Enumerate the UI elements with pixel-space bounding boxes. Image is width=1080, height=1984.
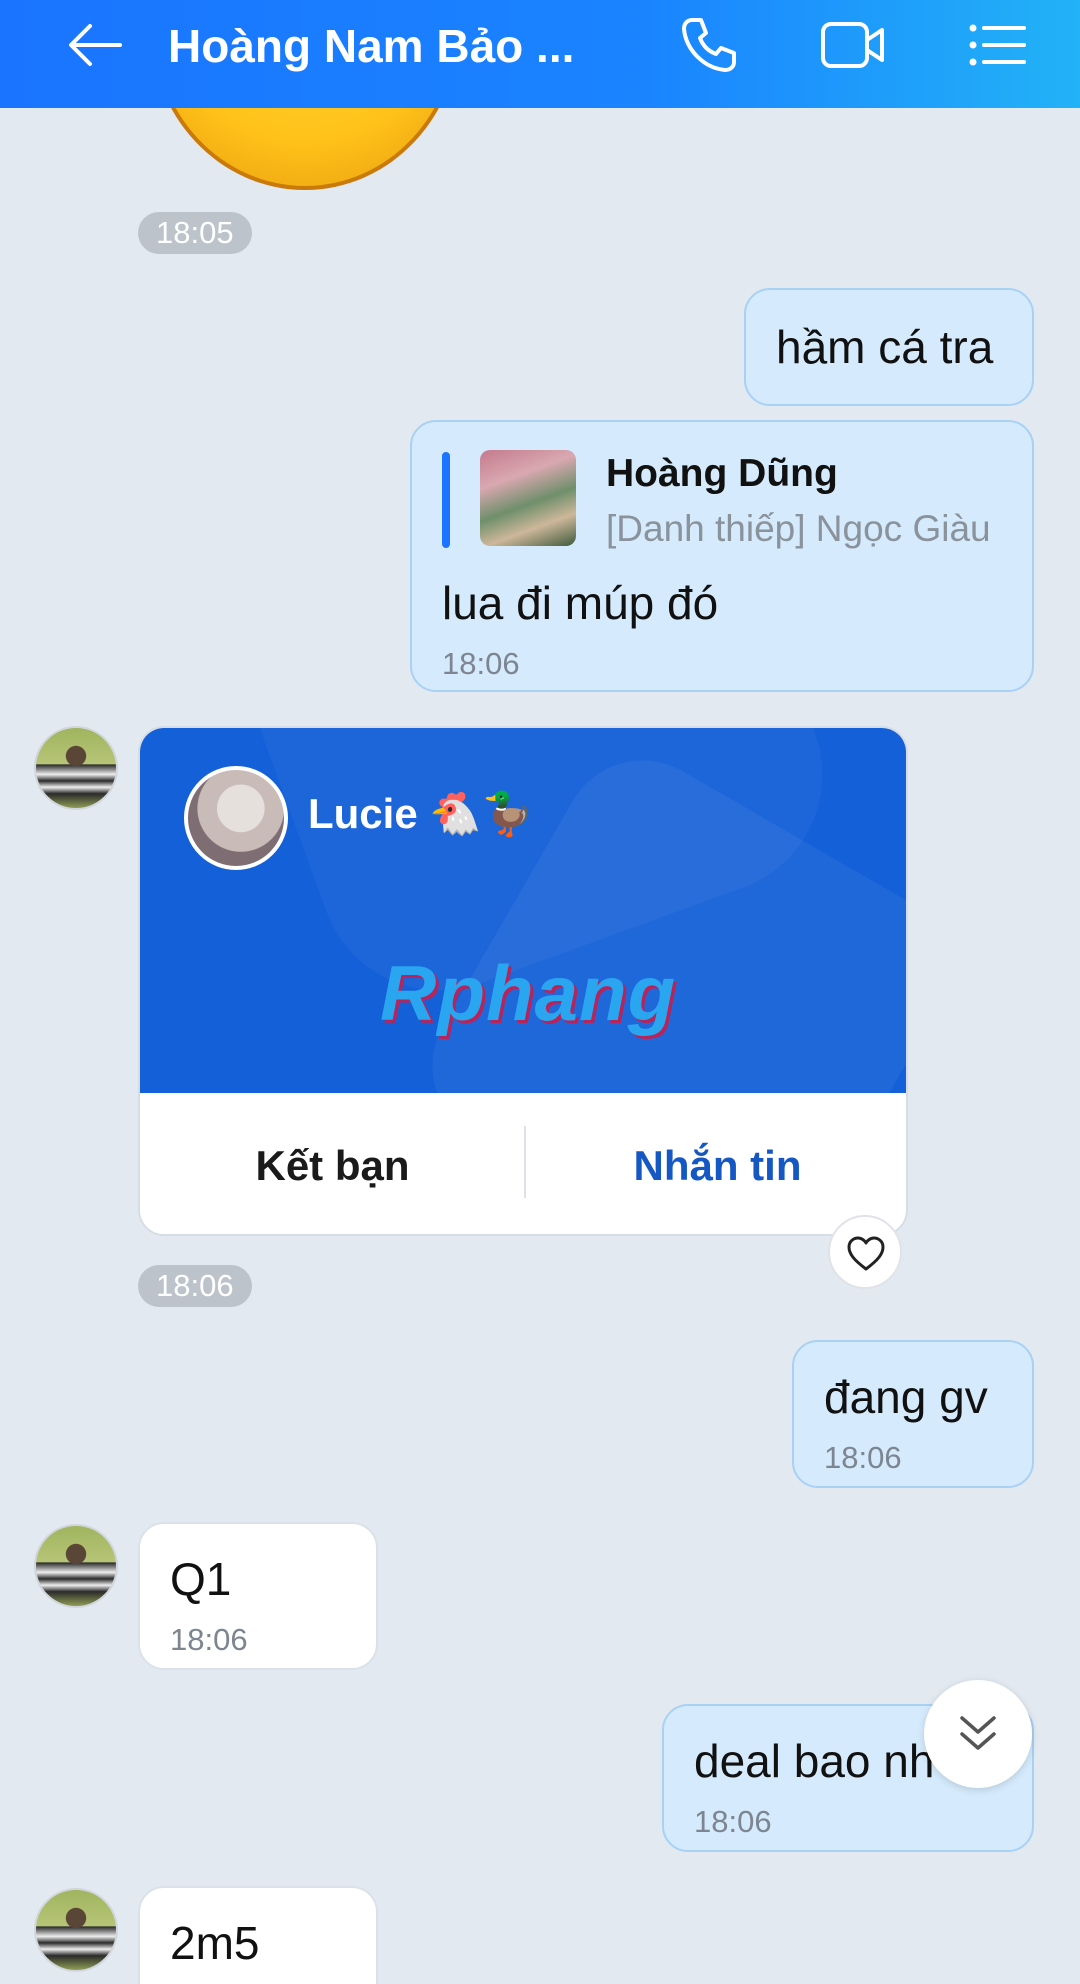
time-separator: 18:05	[138, 212, 252, 254]
card-avatar	[184, 766, 288, 870]
chat-header: Hoàng Nam Bảo ...	[0, 0, 1080, 108]
contact-avatar[interactable]	[34, 1888, 118, 1972]
arrow-left-icon[interactable]	[62, 12, 128, 78]
card-watermark: Rphang	[380, 949, 677, 1037]
contact-avatar[interactable]	[34, 1524, 118, 1608]
my-reply-bubble[interactable]: Hoàng Dũng [Danh thiếp] Ngọc Giàu lua đi…	[410, 420, 1034, 692]
quoted-preview: [Danh thiếp] Ngọc Giàu	[606, 508, 991, 549]
card-name: Lucie 🐔🦆	[308, 790, 534, 837]
send-message-button[interactable]: Nhắn tin	[525, 1093, 906, 1234]
message-text: Q1	[170, 1553, 232, 1605]
quoted-thumbnail	[480, 450, 576, 546]
message-time: 18:06	[694, 1804, 772, 1839]
react-button[interactable]	[828, 1215, 902, 1289]
message-time: 18:06	[824, 1440, 902, 1475]
their-message-bubble[interactable]: 2m5	[138, 1886, 378, 1984]
double-chevron-down-icon	[960, 1716, 996, 1750]
time-separator: 18:06	[138, 1265, 252, 1307]
contact-card[interactable]: Lucie 🐔🦆 Rphang Kết bạn Nhắn tin	[138, 726, 908, 1236]
heart-icon	[847, 1236, 885, 1271]
my-message-bubble[interactable]: hầm cá tra	[744, 288, 1034, 406]
my-message-bubble[interactable]: đang gv 18:06	[792, 1340, 1034, 1488]
scroll-to-bottom-button[interactable]	[924, 1680, 1032, 1788]
message-text: lua đi múp đó	[442, 577, 719, 629]
contact-avatar[interactable]	[34, 726, 118, 810]
phone-icon[interactable]	[676, 12, 742, 78]
list-menu-icon[interactable]	[964, 12, 1030, 78]
message-text: 2m5	[170, 1917, 260, 1969]
video-camera-icon[interactable]	[818, 12, 888, 78]
add-friend-button[interactable]: Kết bạn	[140, 1093, 525, 1234]
message-time: 18:06	[442, 646, 520, 681]
message-time: 18:06	[170, 1622, 248, 1657]
chat-title[interactable]: Hoàng Nam Bảo ...	[168, 16, 588, 76]
card-banner: Lucie 🐔🦆 Rphang	[140, 728, 906, 1093]
message-text: hầm cá tra	[776, 321, 994, 373]
message-text: đang gv	[824, 1371, 988, 1423]
quoted-sender: Hoàng Dũng	[606, 452, 838, 495]
message-text: deal bao nh	[694, 1735, 935, 1787]
their-message-bubble[interactable]: Q1 18:06	[138, 1522, 378, 1670]
quote-bar	[442, 452, 450, 548]
